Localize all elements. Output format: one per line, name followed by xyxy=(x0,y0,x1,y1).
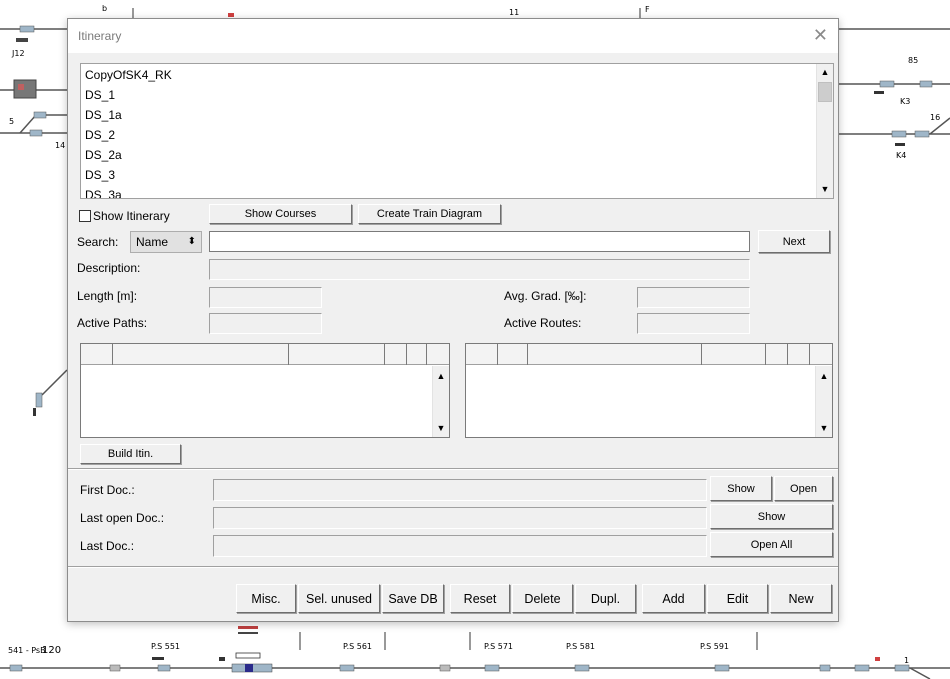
list-item[interactable]: DS_3 xyxy=(85,168,115,183)
search-label: Search: xyxy=(77,235,119,249)
last-doc-label: Last Doc.: xyxy=(80,539,135,553)
avg-grad-field xyxy=(637,287,750,308)
paths-table-scrollbar[interactable]: ▲ ▼ xyxy=(432,366,449,437)
edit-button[interactable]: Edit xyxy=(707,584,768,613)
create-train-diagram-button[interactable]: Create Train Diagram xyxy=(358,204,501,224)
duplicate-button[interactable]: Dupl. xyxy=(575,584,636,613)
build-itin-button[interactable]: Build Itin. xyxy=(80,444,181,464)
track-label: P.S 581 xyxy=(566,642,596,651)
table-column-header[interactable] xyxy=(289,344,385,365)
show-courses-button[interactable]: Show Courses xyxy=(209,204,352,224)
close-icon[interactable]: ✕ xyxy=(813,25,828,46)
search-input[interactable] xyxy=(209,231,750,252)
add-button[interactable]: Add xyxy=(642,584,705,613)
last-open-doc-label: Last open Doc.: xyxy=(80,511,165,525)
track-label: b xyxy=(102,4,108,13)
list-item[interactable]: DS_1 xyxy=(85,88,115,103)
open-all-button[interactable]: Open All xyxy=(710,532,833,557)
routes-table[interactable]: ▲ ▼ xyxy=(465,343,833,438)
table-column-header[interactable] xyxy=(702,344,766,365)
itinerary-dialog: Itinerary ✕ CopyOfSK4_RK DS_1 DS_1a DS_2… xyxy=(67,18,839,622)
list-item[interactable]: DS_3a xyxy=(85,188,122,198)
track-label: 14 xyxy=(55,141,66,150)
first-doc-label: First Doc.: xyxy=(80,483,135,497)
first-doc-open-button[interactable]: Open xyxy=(774,476,833,501)
next-button[interactable]: Next xyxy=(758,230,830,253)
divider xyxy=(68,468,838,470)
select-unused-button[interactable]: Sel. unused xyxy=(298,584,380,613)
table-column-header[interactable] xyxy=(407,344,427,365)
active-paths-field xyxy=(209,313,322,334)
track-label: J12 xyxy=(12,49,25,58)
track-label: K4 xyxy=(896,151,907,160)
track-label: 1 xyxy=(904,656,910,665)
scroll-up-icon[interactable]: ▲ xyxy=(433,368,449,385)
table-column-header[interactable] xyxy=(528,344,702,365)
save-db-button[interactable]: Save DB xyxy=(382,584,444,613)
track-label: 11 xyxy=(509,8,520,17)
track-label: P.S 571 xyxy=(484,642,514,651)
table-column-header[interactable] xyxy=(766,344,788,365)
itinerary-list[interactable]: CopyOfSK4_RK DS_1 DS_1a DS_2 DS_2a DS_3 … xyxy=(80,63,834,199)
table-column-header[interactable] xyxy=(81,344,113,365)
description-label: Description: xyxy=(77,261,141,275)
track-label: P.S 551 xyxy=(151,642,181,651)
paths-table-header xyxy=(81,344,449,365)
table-column-header[interactable] xyxy=(113,344,289,365)
scroll-down-icon[interactable]: ▼ xyxy=(433,420,449,437)
last-doc-field xyxy=(213,535,707,557)
table-column-header[interactable] xyxy=(788,344,810,365)
paths-table[interactable]: ▲ ▼ xyxy=(80,343,450,438)
list-item[interactable]: DS_1a xyxy=(85,108,122,123)
search-by-value: Name xyxy=(136,235,169,249)
show-itinerary-label: Show Itinerary xyxy=(93,209,170,223)
table-column-header[interactable] xyxy=(466,344,498,365)
active-routes-label: Active Routes: xyxy=(504,316,582,330)
show-itinerary-checkbox[interactable] xyxy=(79,210,91,222)
track-label: 16 xyxy=(930,113,941,122)
scroll-up-icon[interactable]: ▲ xyxy=(816,368,832,385)
avg-grad-label: Avg. Grad. [‰]: xyxy=(504,289,587,303)
length-label: Length [m]: xyxy=(77,289,138,303)
track-label: F xyxy=(645,5,650,14)
scroll-down-icon[interactable]: ▼ xyxy=(817,181,833,198)
last-open-doc-field xyxy=(213,507,707,529)
misc-button[interactable]: Misc. xyxy=(236,584,296,613)
track-label: 120 xyxy=(42,645,62,656)
active-routes-field xyxy=(637,313,750,334)
search-by-select[interactable]: Name ⬍ xyxy=(130,231,202,253)
track-label: P.S 561 xyxy=(343,642,373,651)
delete-button[interactable]: Delete xyxy=(512,584,573,613)
active-paths-label: Active Paths: xyxy=(77,316,148,330)
list-scrollbar[interactable]: ▲ ▼ xyxy=(816,64,833,198)
scroll-up-icon[interactable]: ▲ xyxy=(817,64,833,81)
table-column-header[interactable] xyxy=(427,344,449,365)
table-column-header[interactable] xyxy=(810,344,832,365)
list-item[interactable]: CopyOfSK4_RK xyxy=(85,68,172,83)
track-label: P.S 591 xyxy=(700,642,730,651)
routes-table-scrollbar[interactable]: ▲ ▼ xyxy=(815,366,832,437)
list-item[interactable]: DS_2a xyxy=(85,148,122,163)
first-doc-field xyxy=(213,479,707,501)
list-item[interactable]: DS_2 xyxy=(85,128,115,143)
track-label: 85 xyxy=(908,56,919,65)
routes-table-header xyxy=(466,344,832,365)
reset-button[interactable]: Reset xyxy=(450,584,510,613)
new-button[interactable]: New xyxy=(770,584,832,613)
dialog-title: Itinerary xyxy=(78,29,122,43)
track-label: 5 xyxy=(9,117,15,126)
updown-arrow-icon: ⬍ xyxy=(187,236,196,247)
first-doc-show-button[interactable]: Show xyxy=(710,476,772,501)
track-label: K3 xyxy=(900,97,911,106)
description-field xyxy=(209,259,750,280)
table-column-header[interactable] xyxy=(385,344,407,365)
dialog-titlebar[interactable]: Itinerary ✕ xyxy=(68,19,838,53)
length-field xyxy=(209,287,322,308)
track-label: 541 - PsB xyxy=(8,646,46,655)
scroll-thumb[interactable] xyxy=(818,82,832,102)
table-column-header[interactable] xyxy=(498,344,528,365)
scroll-down-icon[interactable]: ▼ xyxy=(816,420,832,437)
last-open-doc-show-button[interactable]: Show xyxy=(710,504,833,529)
divider xyxy=(68,566,838,568)
